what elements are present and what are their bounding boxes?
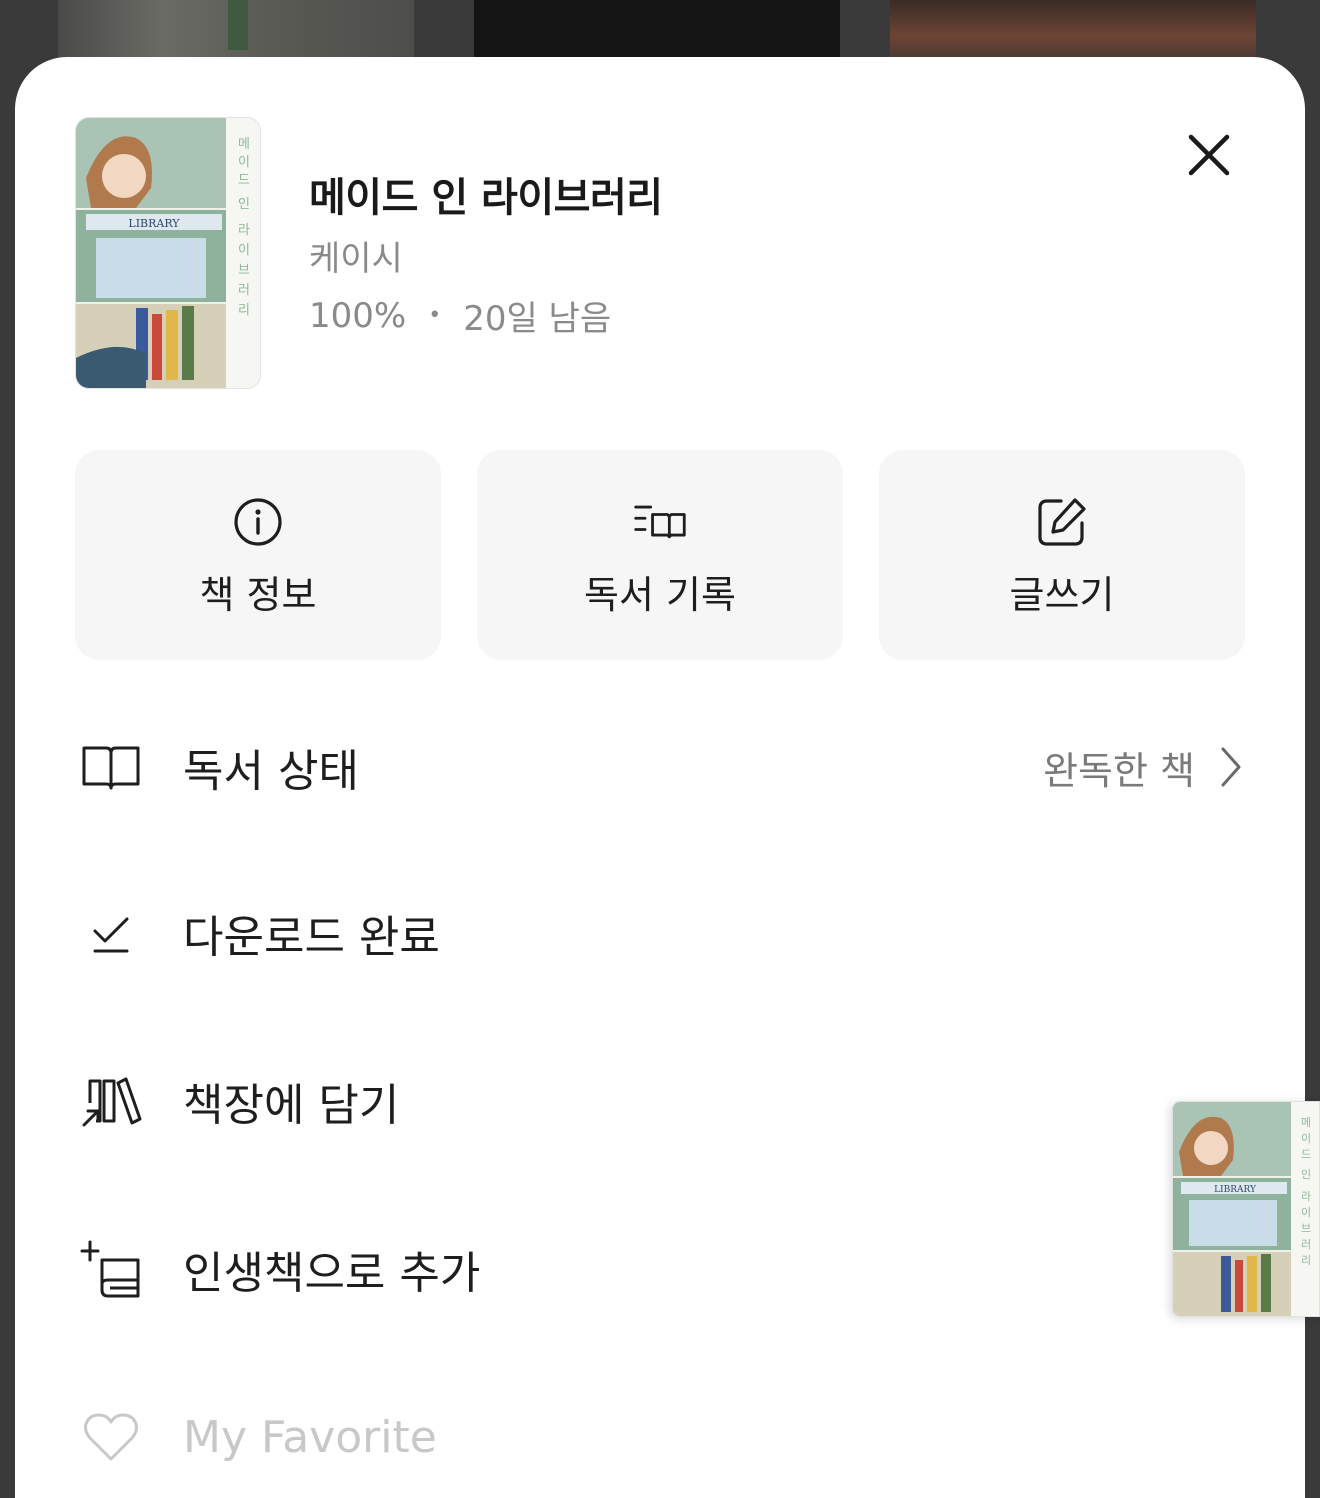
close-button[interactable] (1179, 125, 1239, 185)
svg-text:러: 러 (1301, 1238, 1311, 1251)
svg-text:리: 리 (1301, 1254, 1311, 1267)
svg-text:이: 이 (1301, 1132, 1311, 1145)
book-title: 메이드 인 라이브러리 (309, 175, 663, 221)
my-favorite-label: My Favorite (183, 1411, 437, 1463)
svg-text:인: 인 (1301, 1168, 1311, 1181)
book-author: 케이시 (309, 239, 403, 279)
svg-text:브: 브 (238, 263, 250, 278)
reading-log-icon (632, 494, 688, 550)
svg-text:이: 이 (238, 155, 250, 170)
add-life-book-row[interactable]: 인생책으로 추가 (75, 1219, 1245, 1319)
background-book-cover (890, 0, 1256, 60)
svg-text:라: 라 (238, 223, 250, 238)
reading-log-button[interactable]: 독서 기록 (477, 450, 843, 660)
cover-library-text: LIBRARY (128, 217, 180, 230)
open-book-icon (75, 731, 147, 803)
svg-text:러: 러 (238, 283, 250, 298)
svg-text:리: 리 (238, 303, 250, 318)
add-to-bookshelf-label: 책장에 담기 (183, 1080, 400, 1131)
info-icon (230, 494, 286, 550)
add-life-book-label: 인생책으로 추가 (183, 1248, 481, 1299)
action-buttons: 책 정보 독서 기록 글쓰기 (75, 450, 1245, 660)
download-status-row[interactable]: 다운로드 완료 (75, 883, 1245, 983)
svg-text:메: 메 (1301, 1116, 1311, 1129)
svg-text:드: 드 (238, 173, 250, 188)
mini-cover-library-text: LIBRARY (1214, 1185, 1257, 1195)
reading-status-label: 독서 상태 (183, 746, 359, 797)
bookshelf-add-icon (75, 1065, 147, 1137)
heart-icon (75, 1401, 147, 1473)
add-to-bookshelf-row[interactable]: 책장에 담기 (75, 1051, 1245, 1151)
svg-text:드: 드 (1301, 1148, 1311, 1161)
reading-status-row[interactable]: 독서 상태 완독한 책 (75, 717, 1245, 817)
background-book-cover (58, 0, 414, 60)
svg-text:메: 메 (238, 137, 250, 152)
reading-log-label: 독서 기록 (584, 573, 736, 617)
svg-text:이: 이 (238, 243, 250, 258)
reading-status-value: 완독한 책 (1043, 748, 1195, 793)
svg-text:이: 이 (1301, 1206, 1311, 1219)
my-favorite-row[interactable]: My Favorite (75, 1387, 1245, 1487)
svg-text:브: 브 (1301, 1222, 1311, 1235)
download-status-label: 다운로드 완료 (183, 912, 440, 963)
write-label: 글쓰기 (1009, 573, 1115, 617)
book-cover-image: LIBRARY 메 이 드 인 라 이 브 러 리 (75, 117, 261, 389)
reading-progress: 100% • 20일 남음 (309, 291, 611, 340)
download-done-icon (75, 897, 147, 969)
background-book-cover (474, 0, 840, 60)
write-button[interactable]: 글쓰기 (879, 450, 1245, 660)
close-icon (1188, 134, 1230, 176)
book-info-label: 책 정보 (199, 573, 317, 617)
book-info-button[interactable]: 책 정보 (75, 450, 441, 660)
chevron-right-icon (1221, 747, 1241, 787)
floating-book-cover[interactable]: LIBRARY 메 이 드 인 라 이 브 러 리 (1172, 1101, 1320, 1317)
svg-text:인: 인 (238, 197, 250, 212)
remaining-days: 20일 남음 (463, 299, 612, 339)
progress-percent: 100% (309, 295, 407, 336)
book-plus-icon (75, 1233, 147, 1305)
svg-text:라: 라 (1301, 1190, 1311, 1203)
edit-icon (1034, 494, 1090, 550)
bottom-sheet: LIBRARY 메 이 드 인 라 이 브 러 리 메이드 인 라이브러리 케이… (15, 57, 1305, 1498)
separator-dot: • (428, 303, 442, 328)
